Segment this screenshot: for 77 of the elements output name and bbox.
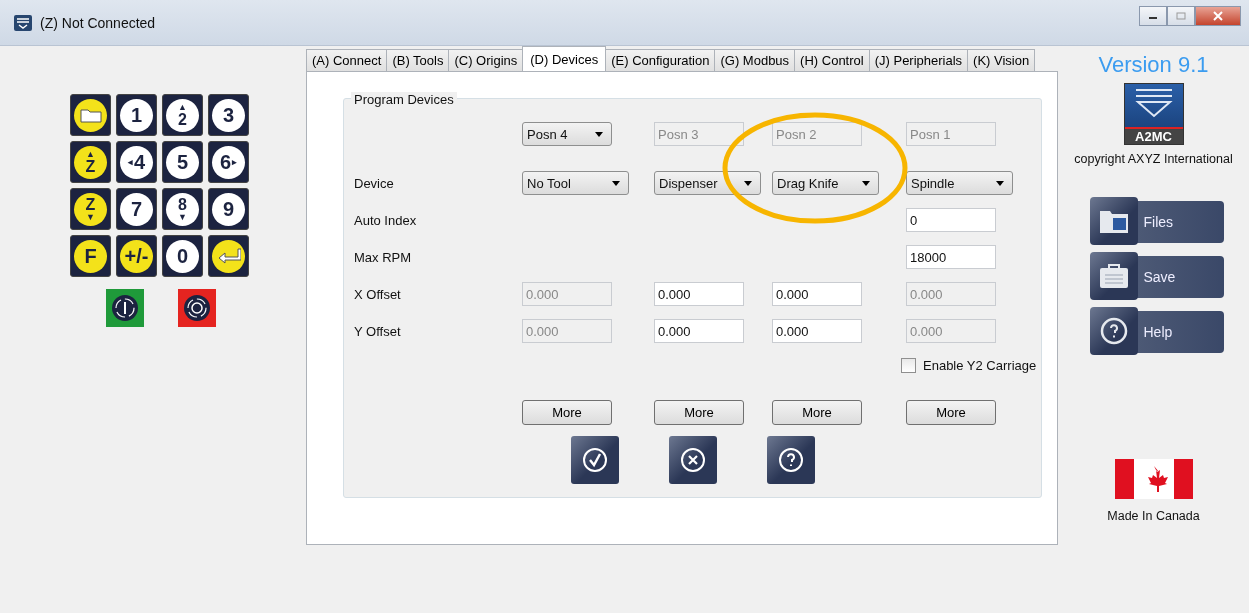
row-label: X Offset — [354, 286, 402, 302]
input-field[interactable]: 0.000 — [654, 319, 744, 343]
window-title: (Z) Not Connected — [40, 14, 156, 31]
folder-icon — [1098, 208, 1129, 234]
more-button[interactable]: More — [522, 399, 612, 425]
cancel-button[interactable] — [669, 436, 717, 484]
more-button[interactable]: More — [906, 399, 996, 425]
version-label: Version 9.1 — [1098, 52, 1209, 78]
input-field[interactable]: 0 — [906, 208, 996, 232]
keypad-key[interactable]: 7 — [116, 188, 157, 230]
question-icon — [778, 447, 804, 473]
more-button[interactable]: More — [654, 399, 744, 425]
checkbox[interactable] — [901, 358, 916, 373]
dropdown[interactable]: Dispenser — [654, 171, 761, 195]
input-field[interactable]: 0.000 — [772, 282, 862, 306]
keypad-key[interactable]: ▲ 2 — [162, 94, 203, 136]
keypad-key[interactable] — [70, 94, 111, 136]
input-field[interactable]: 0.000 — [654, 282, 744, 306]
close-button[interactable] — [1195, 6, 1241, 26]
keypad-key[interactable]: ▲ Z — [70, 141, 111, 183]
caret-icon — [862, 180, 870, 186]
tab[interactable]: (C) Origins — [448, 49, 524, 71]
keypad-key[interactable]: 9 — [208, 188, 249, 230]
keypad-key[interactable]: 8 ▼ — [162, 188, 203, 230]
tab[interactable]: (G) Modbus — [714, 49, 796, 71]
dropdown[interactable]: No Tool — [522, 171, 629, 195]
more-button[interactable]: More — [772, 399, 862, 425]
keypad-key[interactable]: 5 — [162, 141, 203, 183]
keypad-key[interactable]: 1 — [116, 94, 157, 136]
caret-icon — [744, 180, 752, 186]
caret-icon — [996, 180, 1004, 186]
canada-flag-icon — [1114, 459, 1193, 499]
made-in-label: Made In Canada — [1107, 509, 1200, 523]
row-label: Device — [354, 175, 395, 191]
close-icon — [1212, 11, 1224, 21]
start-button[interactable] — [106, 289, 144, 327]
keypad-key[interactable]: ◂4 — [116, 141, 157, 183]
input-field[interactable]: 18000 — [906, 245, 996, 269]
keypad-key[interactable]: Z ▼ — [70, 188, 111, 230]
stop-button[interactable] — [178, 289, 216, 327]
help-icon — [1099, 317, 1128, 345]
checkmark-icon — [582, 447, 608, 473]
ok-button[interactable] — [571, 436, 619, 484]
minimize-button[interactable] — [1139, 6, 1167, 26]
tab[interactable]: (K) Vision — [967, 49, 1036, 71]
help-button[interactable] — [767, 436, 815, 484]
dropdown[interactable]: Posn 4 — [522, 122, 612, 146]
briefcase-icon — [1098, 263, 1129, 289]
keypad-key[interactable]: 6▸ — [208, 141, 249, 183]
tab[interactable]: (H) Control — [794, 49, 870, 71]
copyright-text: copyright AXYZ International — [1074, 152, 1233, 166]
row-label: Auto Index — [354, 212, 418, 228]
app-icon — [14, 14, 32, 31]
folder-icon — [79, 107, 102, 123]
caret-icon — [595, 131, 603, 137]
group-title: Program Devices — [351, 92, 457, 107]
keypad-key[interactable]: F — [70, 235, 111, 277]
keypad-key[interactable]: 0 — [162, 235, 203, 277]
cross-icon — [680, 447, 706, 473]
logo: A2MC — [1123, 83, 1184, 145]
tab[interactable]: (A) Connect — [306, 49, 388, 71]
keypad-key[interactable] — [208, 235, 249, 277]
enter-icon — [216, 248, 241, 264]
row-label: Max RPM — [354, 249, 413, 265]
dropdown[interactable]: Drag Knife — [772, 171, 879, 195]
dropdown[interactable]: Spindle — [906, 171, 1013, 195]
tab[interactable]: (D) Devices — [522, 46, 607, 71]
caret-icon — [612, 180, 620, 186]
tab[interactable]: (J) Peripherials — [868, 49, 969, 71]
checkbox-label: Enable Y2 Carriage — [923, 358, 1037, 373]
input-field[interactable]: 0.000 — [772, 319, 862, 343]
keypad-key[interactable]: +/- — [116, 235, 157, 277]
maximize-icon — [1176, 12, 1186, 20]
keypad-key[interactable]: 3 — [208, 94, 249, 136]
tab[interactable]: (E) Configuration — [605, 49, 716, 71]
row-label: Y Offset — [354, 323, 402, 339]
tab[interactable]: (B) Tools — [386, 49, 450, 71]
